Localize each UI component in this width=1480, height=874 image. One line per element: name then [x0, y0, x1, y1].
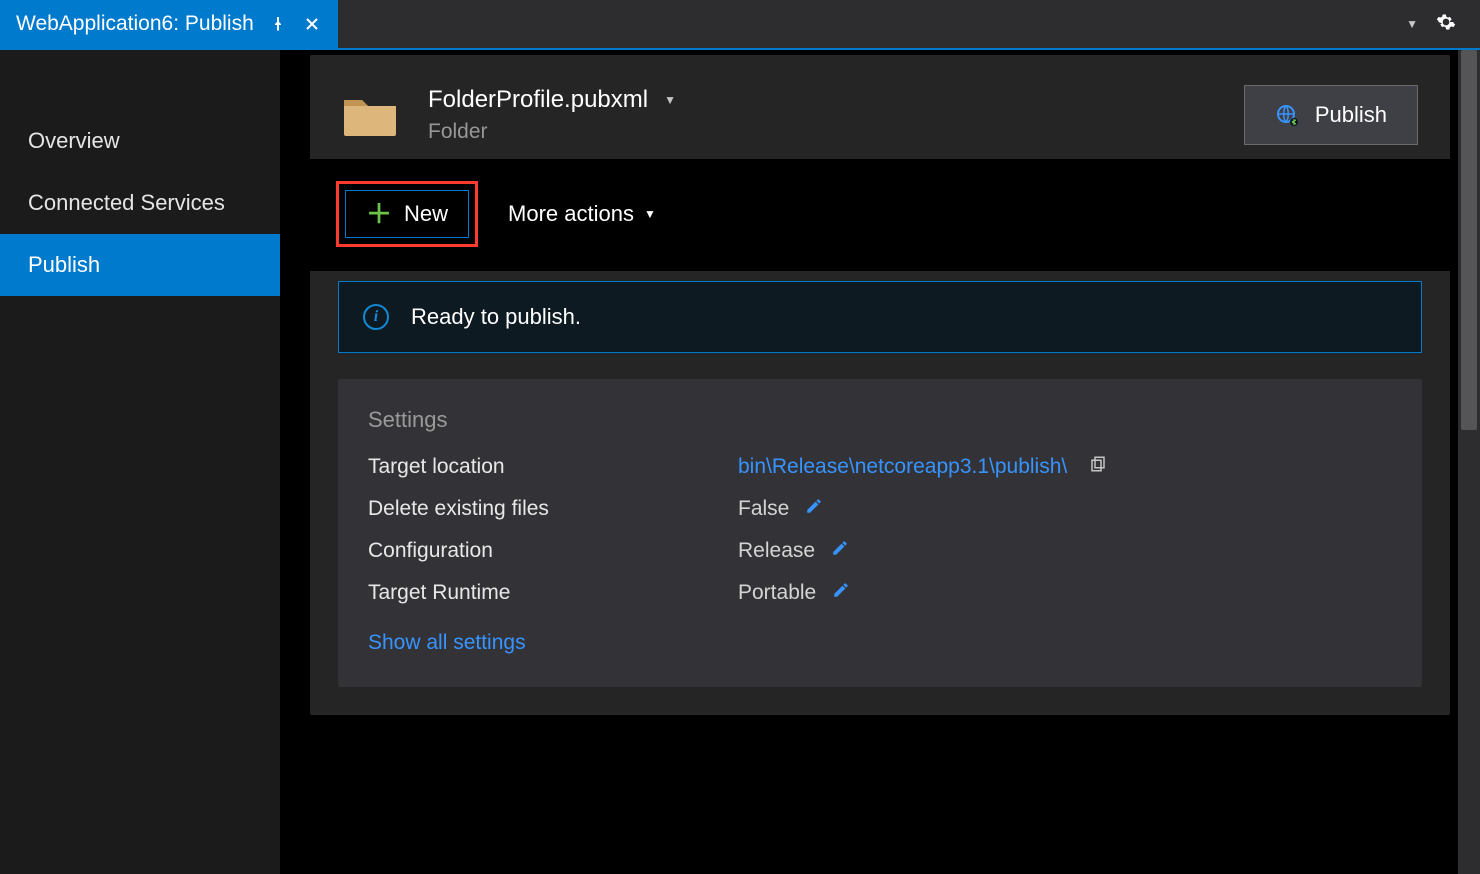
setting-value-target-runtime: Portable	[738, 581, 816, 605]
publish-globe-icon	[1275, 103, 1299, 127]
profile-name: FolderProfile.pubxml	[428, 86, 648, 114]
more-actions-label: More actions	[508, 201, 634, 227]
settings-heading: Settings	[368, 407, 1392, 433]
copy-icon[interactable]	[1089, 455, 1107, 479]
scrollbar[interactable]	[1458, 50, 1480, 874]
profile-dropdown[interactable]: FolderProfile.pubxml ▼	[428, 86, 676, 114]
folder-icon	[342, 92, 398, 138]
edit-icon[interactable]	[805, 497, 823, 521]
new-button-label: New	[404, 201, 448, 227]
new-button-highlight: ＋ New	[336, 181, 478, 247]
setting-label-configuration: Configuration	[368, 539, 738, 563]
new-button[interactable]: ＋ New	[345, 190, 469, 238]
chevron-down-icon: ▼	[664, 93, 676, 107]
publish-button[interactable]: Publish	[1244, 85, 1418, 145]
plus-icon: ＋	[366, 201, 392, 227]
profile-subtitle: Folder	[428, 120, 676, 144]
setting-label-target-location: Target location	[368, 455, 738, 479]
setting-label-target-runtime: Target Runtime	[368, 581, 738, 605]
settings-card: Settings Target location bin\Release\net…	[338, 379, 1422, 687]
setting-value-target-location[interactable]: bin\Release\netcoreapp3.1\publish\	[738, 455, 1067, 479]
more-actions-dropdown[interactable]: More actions ▼	[508, 201, 656, 227]
setting-value-delete-existing: False	[738, 497, 789, 521]
publish-panel: FolderProfile.pubxml ▼ Folder	[310, 55, 1450, 715]
sidebar: Overview Connected Services Publish	[0, 50, 280, 874]
show-all-settings-link[interactable]: Show all settings	[368, 631, 526, 655]
setting-value-configuration: Release	[738, 539, 815, 563]
publish-button-label: Publish	[1315, 102, 1387, 128]
active-tab[interactable]: WebApplication6: Publish	[0, 0, 338, 48]
setting-label-delete-existing: Delete existing files	[368, 497, 738, 521]
action-row: ＋ New More actions ▼	[310, 159, 1450, 271]
info-icon: i	[363, 304, 389, 330]
status-banner: i Ready to publish.	[338, 281, 1422, 353]
status-text: Ready to publish.	[411, 304, 581, 330]
pin-icon[interactable]	[268, 14, 288, 34]
edit-icon[interactable]	[832, 581, 850, 605]
tab-strip: WebApplication6: Publish ▼	[0, 0, 1480, 48]
tab-title: WebApplication6: Publish	[16, 12, 254, 36]
sidebar-item-overview[interactable]: Overview	[0, 110, 280, 172]
sidebar-item-connected-services[interactable]: Connected Services	[0, 172, 280, 234]
tab-overflow-icon[interactable]: ▼	[1406, 17, 1418, 31]
chevron-down-icon: ▼	[644, 207, 656, 221]
close-icon[interactable]	[302, 14, 322, 34]
gear-icon[interactable]	[1436, 12, 1456, 37]
scrollbar-thumb[interactable]	[1461, 50, 1477, 430]
edit-icon[interactable]	[831, 539, 849, 563]
sidebar-item-publish[interactable]: Publish	[0, 234, 280, 296]
